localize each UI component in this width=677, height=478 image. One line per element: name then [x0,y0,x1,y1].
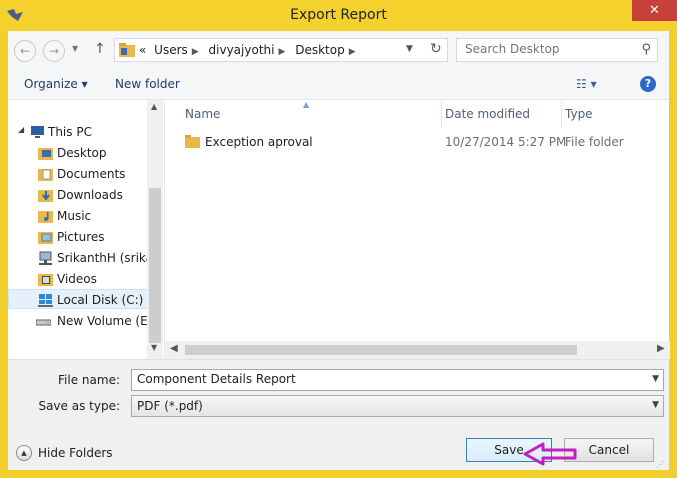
breadcrumb-users[interactable]: Users [154,43,188,57]
nav-item-music[interactable]: Music [8,206,148,226]
column-header-type[interactable]: Type [565,100,655,128]
breadcrumb-overflow[interactable]: « [139,43,146,57]
resize-grip-icon[interactable]: ⋰ [656,460,664,469]
nav-item-pictures[interactable]: Pictures [8,227,148,247]
scroll-down-chevron-icon[interactable]: ▼ [151,343,157,352]
nav-item-downloads[interactable]: Downloads [8,185,148,205]
save-as-type-label: Save as type: [38,399,120,413]
computer-icon [31,126,44,138]
nav-item-label: Videos [57,272,97,286]
breadcrumb-desktop[interactable]: Desktop [295,43,345,57]
pictures-folder-icon [38,232,53,244]
breadcrumb-chevron-icon[interactable]: ▶ [192,47,199,57]
help-icon[interactable]: ? [640,76,656,92]
column-header-date-modified[interactable]: Date modified [445,100,560,128]
search-icon[interactable]: ⚲ [641,42,651,57]
scrollbar-thumb[interactable] [149,188,161,343]
annotation-arrow-icon [523,442,577,466]
file-name-field[interactable]: ▼ [131,369,664,391]
nav-item-label: New Volume (E:) [57,314,157,328]
column-divider[interactable] [561,100,562,128]
file-list: ▲ Name Date modified Type Exception apro… [164,100,670,359]
file-name-dropdown-chevron-icon[interactable]: ▼ [652,374,659,384]
documents-folder-icon [38,169,53,181]
forward-button[interactable]: → [43,40,65,62]
column-header-name[interactable]: Name [185,100,440,128]
back-button[interactable]: ← [14,40,36,62]
file-name: Exception aproval [205,135,313,149]
organize-button[interactable]: Organize ▾ [24,77,88,91]
scrollbar-thumb[interactable] [185,345,577,355]
close-button[interactable]: ✕ [632,0,677,21]
nav-item-label: Documents [57,167,126,181]
nav-item-label: Pictures [57,230,105,244]
navigation-pane: ◢ This PC Desktop Documents Downloads Mu… [8,100,163,359]
nav-item-label: Downloads [57,188,123,202]
refresh-icon[interactable]: ↻ [430,41,442,57]
file-name-label: File name: [58,373,120,387]
videos-folder-icon [38,274,53,286]
expand-chevron-icon[interactable]: ◢ [18,125,24,134]
column-divider[interactable] [441,100,442,128]
nav-item-this-pc[interactable]: ◢ This PC [8,122,148,142]
nav-item-videos[interactable]: Videos [8,269,148,289]
nav-item-local-disk-c[interactable]: Local Disk (C:) [8,289,148,309]
nav-item-documents[interactable]: Documents [8,164,148,184]
address-dropdown-chevron-icon[interactable]: ▼ [406,44,413,54]
folder-icon [119,43,135,57]
search-box[interactable]: ⚲ [456,38,658,62]
dialog-content: ← → ▼ ↑ « Users ▶ divyajyothi ▶ Desktop ▶ ▼… [8,31,670,470]
nav-item-label: This PC [48,125,92,139]
file-name-input[interactable] [137,372,637,386]
scroll-up-chevron-icon[interactable]: ▲ [151,102,157,111]
network-drive-icon [39,251,52,265]
file-row[interactable]: Exception aproval 10/27/2014 5:27 PM Fil… [165,132,670,152]
export-report-window: Export Report ✕ ← → ▼ ↑ « Users ▶ divyajy… [0,0,677,478]
address-bar[interactable]: « Users ▶ divyajyothi ▶ Desktop ▶ ▼ ↻ [114,38,448,62]
nav-item-label: Music [57,209,92,223]
file-list-horizontal-scrollbar[interactable]: ◀ ▶ [165,341,670,359]
downloads-folder-icon [38,190,53,202]
collapse-chevron-icon[interactable]: ▲ [16,445,32,461]
breadcrumb-divyajyothi[interactable]: divyajyothi [209,43,275,57]
nav-item-label: Local Disk (C:) [57,293,144,307]
hide-folders-label: Hide Folders [38,446,113,460]
nav-item-network-drive[interactable]: SrikanthH (srikan [8,248,161,268]
breadcrumb-chevron-icon[interactable]: ▶ [278,47,285,57]
scroll-left-chevron-icon[interactable]: ◀ [170,343,178,354]
scroll-right-chevron-icon[interactable]: ▶ [657,343,665,354]
up-arrow-icon[interactable]: ↑ [94,41,106,57]
title-bar[interactable]: Export Report ✕ [0,0,677,31]
command-toolbar: Organize ▾ New folder ☷ ▾ ? [8,69,669,100]
search-input[interactable] [465,42,635,56]
folder-icon [185,135,200,148]
file-type: File folder [565,135,624,149]
desktop-folder-icon [38,148,53,160]
nav-pane-scrollbar[interactable]: ▲ ▼ [147,100,163,359]
recent-locations-chevron-icon[interactable]: ▼ [72,44,78,53]
nav-item-label: Desktop [57,146,107,160]
drive-icon [36,319,51,326]
save-as-type-chevron-icon[interactable]: ▼ [652,400,659,410]
new-folder-button[interactable]: New folder [115,77,180,91]
nav-item-new-volume-e[interactable]: New Volume (E:) [8,311,156,331]
breadcrumb-chevron-icon[interactable]: ▶ [349,47,356,57]
nav-item-desktop[interactable]: Desktop [8,143,148,163]
windows-drive-icon [38,294,53,307]
save-as-type-select[interactable]: PDF (*.pdf) ▼ [131,395,664,417]
save-as-type-value: PDF (*.pdf) [137,399,203,413]
window-title: Export Report [290,7,387,23]
view-options-button[interactable]: ☷ ▾ [576,77,597,91]
music-folder-icon [38,211,53,223]
breadcrumb: « Users ▶ divyajyothi ▶ Desktop ▶ [139,43,362,57]
file-date: 10/27/2014 5:27 PM [445,135,567,149]
nav-item-label: SrikanthH (srikan [57,251,161,265]
address-row: ← → ▼ ↑ « Users ▶ divyajyothi ▶ Desktop ▶ ▼… [8,31,669,69]
